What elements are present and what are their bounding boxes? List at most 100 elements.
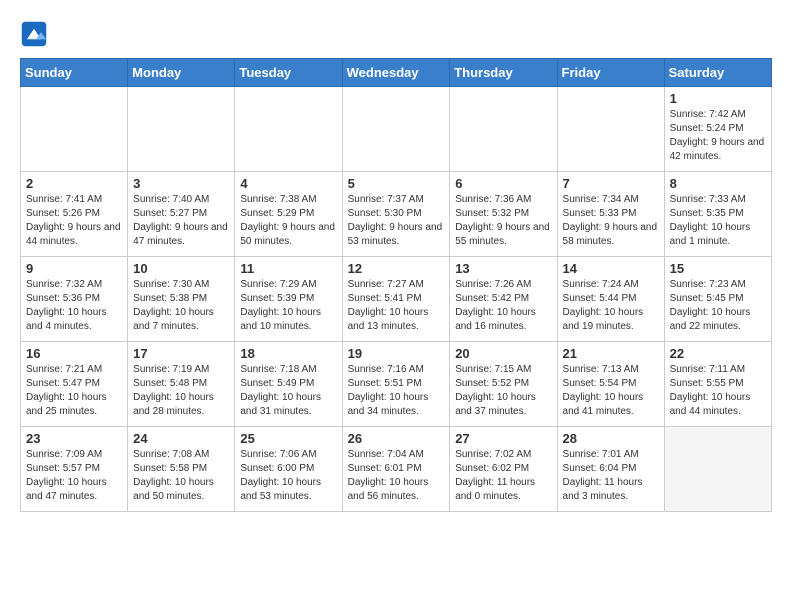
calendar-week-row: 1Sunrise: 7:42 AM Sunset: 5:24 PM Daylig… xyxy=(21,87,772,172)
day-info: Sunrise: 7:26 AM Sunset: 5:42 PM Dayligh… xyxy=(455,278,551,334)
calendar-cell: 23 Sunrise: 7:09 AM Sunset: 5:57 PM Dayli… xyxy=(21,427,128,512)
calendar-body: 1Sunrise: 7:42 AM Sunset: 5:24 PM Daylig… xyxy=(21,87,772,512)
day-info: Sunrise: 7:23 AM Sunset: 5:45 PM Dayligh… xyxy=(670,278,766,334)
day-info: Sunrise: 7:37 AM Sunset: 5:30 PM Dayligh… xyxy=(348,193,445,249)
day-number: 13 xyxy=(455,261,551,276)
calendar-cell xyxy=(21,87,128,172)
day-number: 12 xyxy=(348,261,445,276)
calendar-cell xyxy=(557,87,664,172)
calendar-header-row: Sunday Monday Tuesday Wednesday Thursday… xyxy=(21,59,772,87)
day-number: 19 xyxy=(348,346,445,361)
day-info: Sunrise: 7:18 AM Sunset: 5:49 PM Dayligh… xyxy=(240,363,336,419)
calendar-cell: 24 Sunrise: 7:08 AM Sunset: 5:58 PM Dayli… xyxy=(128,427,235,512)
calendar-cell: 26 Sunrise: 7:04 AM Sunset: 6:01 PM Dayli… xyxy=(342,427,450,512)
day-number: 8 xyxy=(670,176,766,191)
calendar-cell xyxy=(128,87,235,172)
calendar-cell: 1Sunrise: 7:42 AM Sunset: 5:24 PM Daylig… xyxy=(664,87,771,172)
calendar-week-row: 16 Sunrise: 7:21 AM Sunset: 5:47 PM Dayli… xyxy=(21,342,772,427)
col-tuesday: Tuesday xyxy=(235,59,342,87)
calendar-cell xyxy=(450,87,557,172)
calendar-cell: 22Sunrise: 7:11 AM Sunset: 5:55 PM Dayli… xyxy=(664,342,771,427)
day-info: Sunrise: 7:13 AM Sunset: 5:54 PM Dayligh… xyxy=(563,363,659,419)
day-number: 4 xyxy=(240,176,336,191)
calendar-cell: 16 Sunrise: 7:21 AM Sunset: 5:47 PM Dayli… xyxy=(21,342,128,427)
day-number: 28 xyxy=(563,431,659,446)
day-info: Sunrise: 7:38 AM Sunset: 5:29 PM Dayligh… xyxy=(240,193,336,249)
day-number: 6 xyxy=(455,176,551,191)
col-saturday: Saturday xyxy=(664,59,771,87)
calendar-cell: 4 Sunrise: 7:38 AM Sunset: 5:29 PM Daylig… xyxy=(235,172,342,257)
day-info: Sunrise: 7:41 AM Sunset: 5:26 PM Dayligh… xyxy=(26,193,122,249)
calendar-cell: 13 Sunrise: 7:26 AM Sunset: 5:42 PM Dayli… xyxy=(450,257,557,342)
day-info: Sunrise: 7:32 AM Sunset: 5:36 PM Dayligh… xyxy=(26,278,122,334)
day-number: 18 xyxy=(240,346,336,361)
calendar-cell: 14 Sunrise: 7:24 AM Sunset: 5:44 PM Dayli… xyxy=(557,257,664,342)
day-info: Sunrise: 7:08 AM Sunset: 5:58 PM Dayligh… xyxy=(133,448,229,504)
day-info: Sunrise: 7:16 AM Sunset: 5:51 PM Dayligh… xyxy=(348,363,445,419)
calendar-cell: 19 Sunrise: 7:16 AM Sunset: 5:51 PM Dayli… xyxy=(342,342,450,427)
day-number: 1 xyxy=(670,91,766,106)
day-number: 14 xyxy=(563,261,659,276)
day-info: Sunrise: 7:21 AM Sunset: 5:47 PM Dayligh… xyxy=(26,363,122,419)
day-number: 2 xyxy=(26,176,122,191)
calendar-cell: 8 Sunrise: 7:33 AM Sunset: 5:35 PM Daylig… xyxy=(664,172,771,257)
calendar-cell xyxy=(235,87,342,172)
day-info: Sunrise: 7:24 AM Sunset: 5:44 PM Dayligh… xyxy=(563,278,659,334)
day-info: Sunrise: 7:15 AM Sunset: 5:52 PM Dayligh… xyxy=(455,363,551,419)
calendar-week-row: 2 Sunrise: 7:41 AM Sunset: 5:26 PM Daylig… xyxy=(21,172,772,257)
day-number: 15 xyxy=(670,261,766,276)
col-sunday: Sunday xyxy=(21,59,128,87)
day-info: Sunrise: 7:40 AM Sunset: 5:27 PM Dayligh… xyxy=(133,193,229,249)
day-info: Sunrise: 7:02 AM Sunset: 6:02 PM Dayligh… xyxy=(455,448,551,504)
col-friday: Friday xyxy=(557,59,664,87)
day-info: Sunrise: 7:29 AM Sunset: 5:39 PM Dayligh… xyxy=(240,278,336,334)
calendar-cell: 10 Sunrise: 7:30 AM Sunset: 5:38 PM Dayli… xyxy=(128,257,235,342)
col-thursday: Thursday xyxy=(450,59,557,87)
col-monday: Monday xyxy=(128,59,235,87)
day-number: 27 xyxy=(455,431,551,446)
day-number: 20 xyxy=(455,346,551,361)
day-info: Sunrise: 7:34 AM Sunset: 5:33 PM Dayligh… xyxy=(563,193,659,249)
day-number: 23 xyxy=(26,431,122,446)
day-info: Sunrise: 7:36 AM Sunset: 5:32 PM Dayligh… xyxy=(455,193,551,249)
day-info: Sunrise: 7:09 AM Sunset: 5:57 PM Dayligh… xyxy=(26,448,122,504)
logo-icon xyxy=(20,20,48,48)
calendar-cell: 18 Sunrise: 7:18 AM Sunset: 5:49 PM Dayli… xyxy=(235,342,342,427)
day-number: 17 xyxy=(133,346,229,361)
calendar-cell: 5 Sunrise: 7:37 AM Sunset: 5:30 PM Daylig… xyxy=(342,172,450,257)
calendar-cell: 11 Sunrise: 7:29 AM Sunset: 5:39 PM Dayli… xyxy=(235,257,342,342)
day-number: 5 xyxy=(348,176,445,191)
day-info: Sunrise: 7:04 AM Sunset: 6:01 PM Dayligh… xyxy=(348,448,445,504)
col-wednesday: Wednesday xyxy=(342,59,450,87)
calendar-cell: 15 Sunrise: 7:23 AM Sunset: 5:45 PM Dayli… xyxy=(664,257,771,342)
calendar-week-row: 23 Sunrise: 7:09 AM Sunset: 5:57 PM Dayli… xyxy=(21,427,772,512)
day-number: 9 xyxy=(26,261,122,276)
day-number: 26 xyxy=(348,431,445,446)
day-number: 7 xyxy=(563,176,659,191)
day-info: Sunrise: 7:01 AM Sunset: 6:04 PM Dayligh… xyxy=(563,448,659,504)
calendar-cell: 27 Sunrise: 7:02 AM Sunset: 6:02 PM Dayli… xyxy=(450,427,557,512)
calendar-cell xyxy=(342,87,450,172)
day-number: 24 xyxy=(133,431,229,446)
day-info: Sunrise: 7:30 AM Sunset: 5:38 PM Dayligh… xyxy=(133,278,229,334)
day-info: Sunrise: 7:27 AM Sunset: 5:41 PM Dayligh… xyxy=(348,278,445,334)
day-number: 25 xyxy=(240,431,336,446)
calendar-cell: 21 Sunrise: 7:13 AM Sunset: 5:54 PM Dayli… xyxy=(557,342,664,427)
calendar-cell: 3 Sunrise: 7:40 AM Sunset: 5:27 PM Daylig… xyxy=(128,172,235,257)
day-number: 3 xyxy=(133,176,229,191)
calendar-cell: 25 Sunrise: 7:06 AM Sunset: 6:00 PM Dayli… xyxy=(235,427,342,512)
day-info: Sunrise: 7:06 AM Sunset: 6:00 PM Dayligh… xyxy=(240,448,336,504)
day-number: 10 xyxy=(133,261,229,276)
calendar-cell: 17Sunrise: 7:19 AM Sunset: 5:48 PM Dayli… xyxy=(128,342,235,427)
day-number: 16 xyxy=(26,346,122,361)
calendar-week-row: 9 Sunrise: 7:32 AM Sunset: 5:36 PM Daylig… xyxy=(21,257,772,342)
calendar-cell: 28 Sunrise: 7:01 AM Sunset: 6:04 PM Dayli… xyxy=(557,427,664,512)
day-info: Sunrise: 7:11 AM Sunset: 5:55 PM Dayligh… xyxy=(670,363,766,419)
calendar-cell: 2 Sunrise: 7:41 AM Sunset: 5:26 PM Daylig… xyxy=(21,172,128,257)
day-number: 21 xyxy=(563,346,659,361)
calendar-cell: 6 Sunrise: 7:36 AM Sunset: 5:32 PM Daylig… xyxy=(450,172,557,257)
day-number: 11 xyxy=(240,261,336,276)
calendar-cell: 9 Sunrise: 7:32 AM Sunset: 5:36 PM Daylig… xyxy=(21,257,128,342)
calendar-cell: 12 Sunrise: 7:27 AM Sunset: 5:41 PM Dayli… xyxy=(342,257,450,342)
day-info: Sunrise: 7:33 AM Sunset: 5:35 PM Dayligh… xyxy=(670,193,766,249)
